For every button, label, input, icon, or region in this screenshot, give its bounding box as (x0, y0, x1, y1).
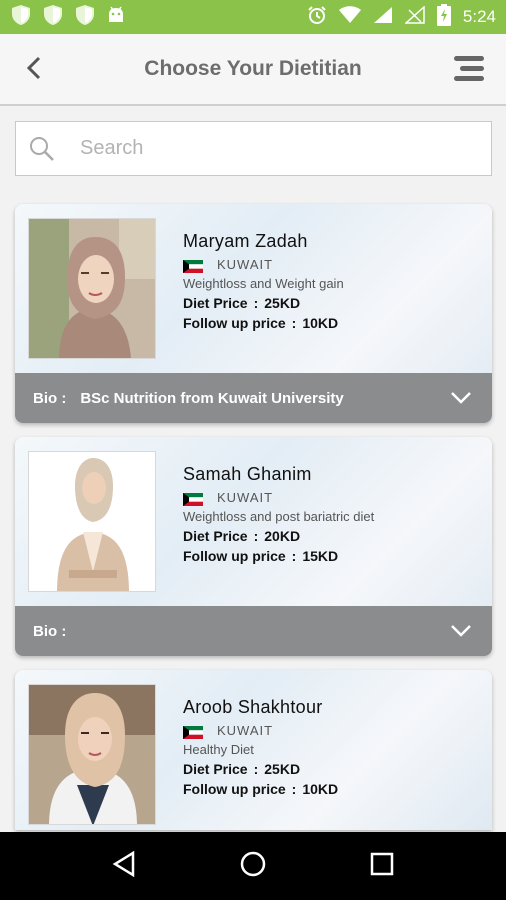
shield-icon (10, 4, 32, 30)
price-separator: : (291, 781, 297, 797)
triangle-back-icon (111, 850, 137, 882)
price-separator: : (253, 528, 259, 544)
dietitian-photo (28, 451, 156, 592)
chevron-down-icon[interactable] (450, 621, 472, 641)
diet-price-label: Diet Price (183, 295, 248, 311)
navigation-bar (0, 832, 506, 900)
dietitian-card[interactable]: Samah Ghanim KUWAIT Weightloss and post … (15, 437, 492, 656)
wifi-icon (338, 6, 361, 28)
kuwait-flag-icon (183, 258, 203, 273)
nav-recents-button[interactable] (362, 846, 402, 886)
country-row: KUWAIT (183, 723, 483, 739)
chevron-down-icon[interactable] (450, 388, 472, 408)
bio-text: BSc Nutrition from Kuwait University (80, 389, 344, 407)
dietitian-country: KUWAIT (217, 490, 274, 505)
diet-price-value: 20KD (264, 528, 301, 544)
dietitian-country: KUWAIT (217, 723, 274, 738)
followup-price-value: 10KD (302, 781, 339, 797)
followup-price-label: Follow up price (183, 315, 286, 331)
page-title: Choose Your Dietitian (144, 57, 362, 80)
diet-price-label: Diet Price (183, 528, 248, 544)
dietitian-photo (28, 684, 156, 825)
nav-back-button[interactable] (104, 846, 144, 886)
dietitian-list: Maryam Zadah KUWAIT Weightloss and Weigh… (15, 204, 492, 844)
square-recents-icon (369, 851, 395, 881)
diet-price-value: 25KD (264, 295, 301, 311)
search-bar[interactable] (15, 121, 492, 176)
dietitian-specialty: Healthy Diet (183, 742, 254, 757)
price-separator: : (291, 548, 297, 564)
battery-icon (436, 4, 451, 30)
bio-bar[interactable]: Bio : BSc Nutrition from Kuwait Universi… (15, 373, 492, 423)
country-row: KUWAIT (183, 490, 483, 506)
nav-home-button[interactable] (233, 846, 273, 886)
followup-price-value: 10KD (302, 315, 339, 331)
kuwait-flag-icon (183, 724, 203, 739)
dietitian-name: Samah Ghanim (183, 464, 312, 484)
chevron-left-icon (26, 56, 42, 84)
diet-price-label: Diet Price (183, 761, 248, 777)
dietitian-card[interactable]: Maryam Zadah KUWAIT Weightloss and Weigh… (15, 204, 492, 423)
price-separator: : (253, 295, 259, 311)
signal-empty-icon (403, 5, 425, 28)
android-icon (106, 5, 126, 29)
dietitian-card[interactable]: Aroob Shakhtour KUWAIT Healthy Diet Diet… (15, 670, 492, 830)
diet-price-row: Diet Price:20KD (183, 528, 483, 544)
toolbar: Choose Your Dietitian (0, 34, 506, 106)
status-notifications (10, 4, 126, 30)
price-separator: : (253, 761, 259, 777)
shield-icon (42, 4, 64, 30)
followup-price-row: Follow up price:10KD (183, 315, 483, 331)
alarm-icon (307, 5, 327, 29)
kuwait-flag-icon (183, 491, 203, 506)
dietitian-name: Aroob Shakhtour (183, 697, 323, 717)
dietitian-info: Maryam Zadah KUWAIT Weightloss and Weigh… (183, 231, 483, 331)
menu-icon (452, 56, 486, 88)
dietitian-info: Aroob Shakhtour KUWAIT Healthy Diet Diet… (183, 697, 483, 797)
followup-price-value: 15KD (302, 548, 339, 564)
status-system: 5:24 (307, 4, 496, 30)
menu-button[interactable] (452, 54, 486, 84)
country-row: KUWAIT (183, 257, 483, 273)
bio-bar[interactable]: Bio : (15, 606, 492, 656)
followup-price-label: Follow up price (183, 781, 286, 797)
price-separator: : (291, 315, 297, 331)
dietitian-specialty: Weightloss and post bariatric diet (183, 509, 375, 524)
shield-icon (74, 4, 96, 30)
status-time: 5:24 (462, 7, 496, 26)
followup-price-row: Follow up price:10KD (183, 781, 483, 797)
back-button[interactable] (20, 56, 48, 84)
diet-price-row: Diet Price:25KD (183, 761, 483, 777)
followup-price-row: Follow up price:15KD (183, 548, 483, 564)
circle-home-icon (239, 850, 267, 882)
status-bar: 5:24 (0, 0, 506, 34)
dietitian-name: Maryam Zadah (183, 231, 308, 251)
dietitian-info: Samah Ghanim KUWAIT Weightloss and post … (183, 464, 483, 564)
followup-price-label: Follow up price (183, 548, 286, 564)
bio-label: Bio : (33, 622, 67, 640)
bio-label: Bio : (33, 389, 67, 407)
dietitian-specialty: Weightloss and Weight gain (183, 276, 344, 291)
diet-price-row: Diet Price:25KD (183, 295, 483, 311)
dietitian-country: KUWAIT (217, 257, 274, 272)
signal-icon (373, 6, 393, 28)
search-input[interactable] (80, 137, 460, 160)
search-icon (28, 135, 56, 163)
diet-price-value: 25KD (264, 761, 301, 777)
dietitian-photo (28, 218, 156, 359)
